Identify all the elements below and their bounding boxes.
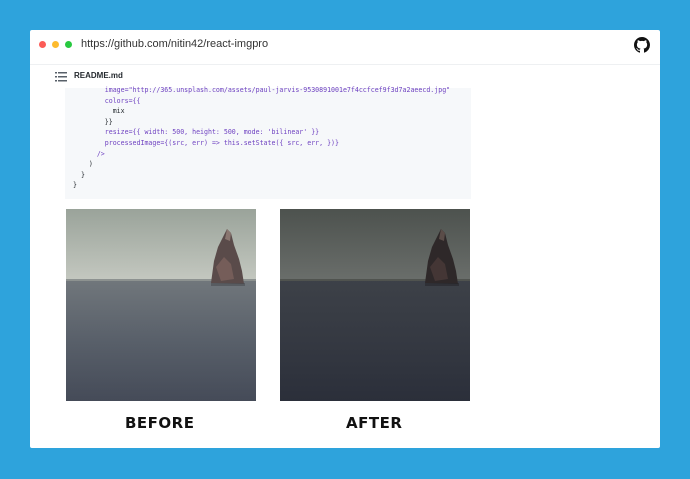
github-icon[interactable] — [634, 37, 650, 53]
browser-window: https://github.com/nitin42/react-imgpro … — [30, 30, 660, 448]
code-line-6: processedImage={(src, err) => this.setSt… — [104, 138, 339, 147]
code-line-9: } — [80, 170, 85, 179]
after-image — [280, 209, 470, 401]
close-window-button[interactable] — [39, 41, 46, 48]
minimize-window-button[interactable] — [52, 41, 59, 48]
code-block: image="http://365.unsplash.com/assets/pa… — [65, 85, 471, 199]
code-line-5: resize={{ width: 500, height: 500, mode:… — [104, 128, 320, 137]
code-line-10: } — [73, 181, 77, 190]
code-line-2: colors={{ — [104, 96, 141, 105]
before-label: BEFORE — [125, 414, 195, 432]
zoom-window-button[interactable] — [65, 41, 72, 48]
list-icon[interactable] — [55, 72, 67, 82]
code-line-3: mix — [112, 107, 125, 116]
code-text: image="http://365.unsplash.com/assets/pa… — [73, 85, 450, 191]
code-line-8: ) — [88, 160, 93, 169]
readme-title: README.md — [74, 71, 123, 80]
after-label: AFTER — [346, 414, 403, 432]
before-image — [66, 209, 256, 401]
code-line-4: }} — [104, 117, 113, 126]
code-line-7: /> — [96, 149, 105, 158]
address-bar-url[interactable]: https://github.com/nitin42/react-imgpro — [81, 38, 268, 50]
browser-titlebar: https://github.com/nitin42/react-imgpro — [30, 30, 660, 60]
code-line-1: image="http://365.unsplash.com/assets/pa… — [104, 86, 451, 94]
